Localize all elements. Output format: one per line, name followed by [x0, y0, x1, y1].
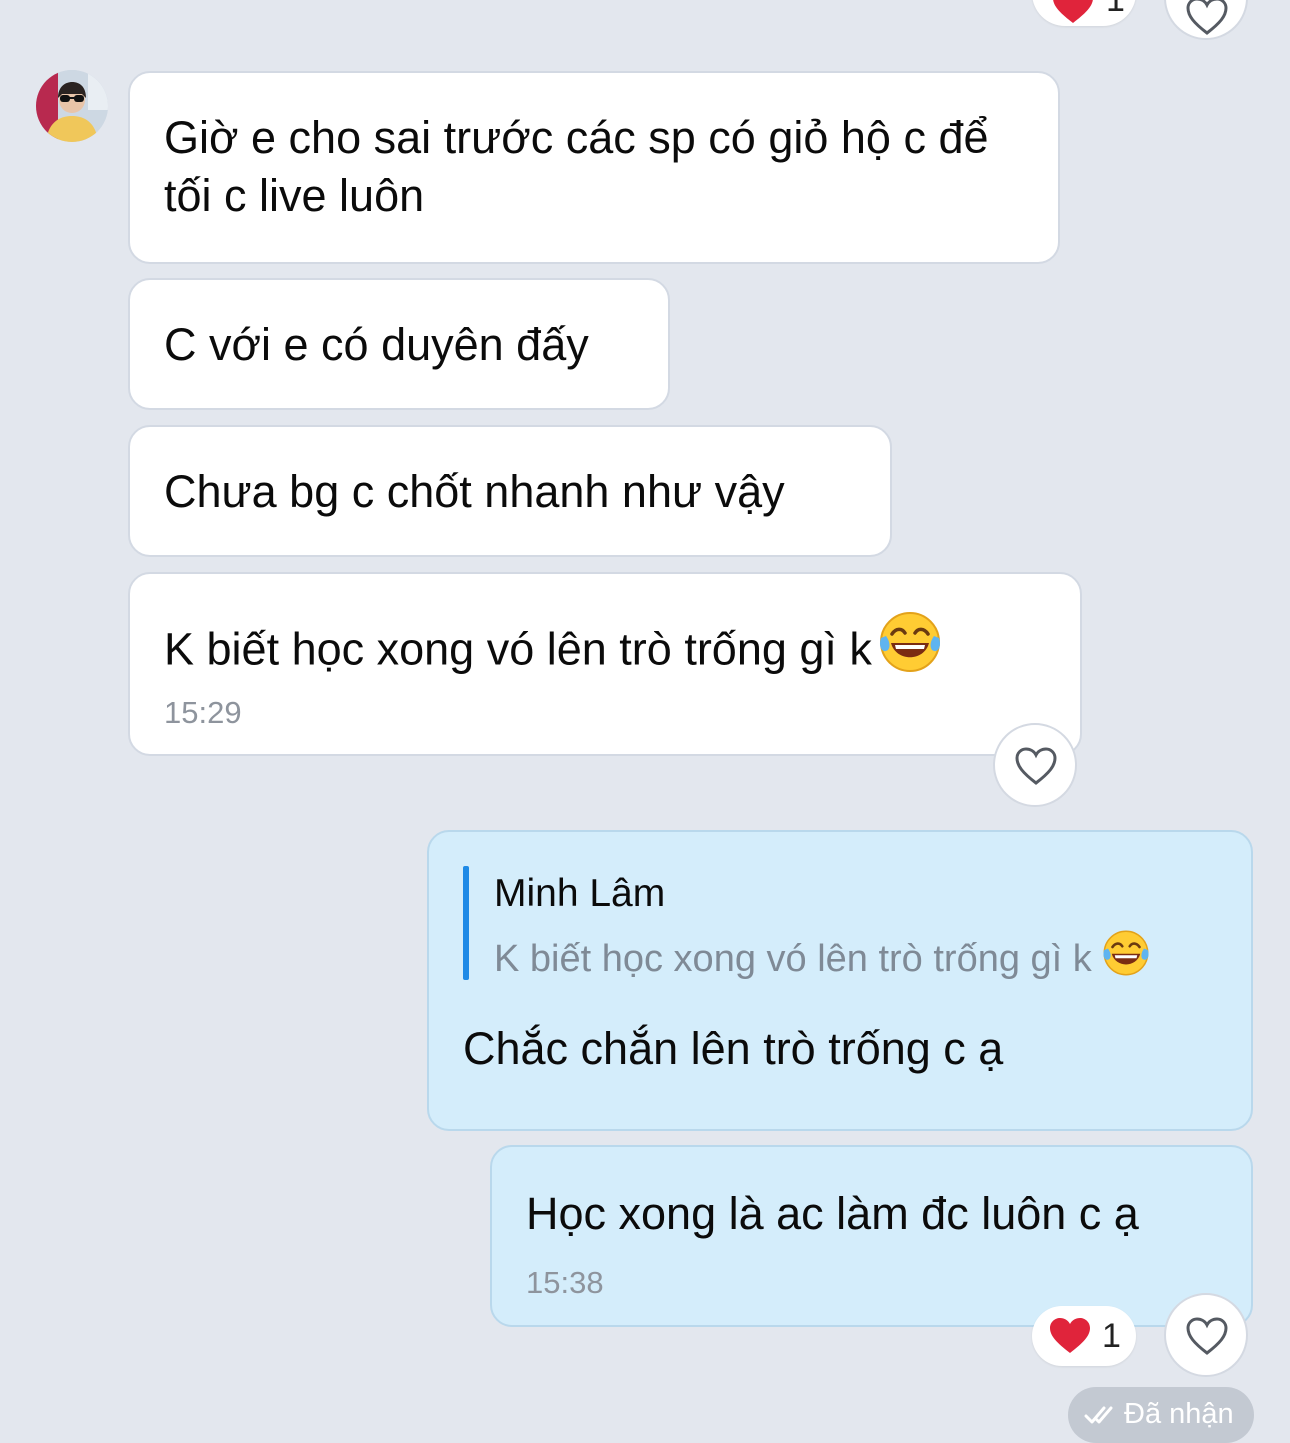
message-text: Giờ e cho sai trước các sp có giỏ hộ c đ… [164, 112, 989, 221]
message-text: K biết học xong vó lên trò trống gì k [164, 623, 872, 675]
message-text: Chưa bg c chốt nhanh như vậy [164, 466, 785, 517]
delivery-status-badge: Đã nhận [1068, 1387, 1254, 1443]
red-heart-icon [1049, 1318, 1091, 1359]
quote-text-row: K biết học xong vó lên trò trống gì k [494, 929, 1150, 990]
message-bubble-incoming[interactable]: C với e có duyên đấy [128, 278, 670, 410]
quote-text: K biết học xong vó lên trò trống gì k [494, 938, 1092, 981]
reaction-count: 1 [1106, 0, 1125, 19]
like-button-top[interactable] [1164, 0, 1248, 40]
message-time: 15:38 [526, 1265, 604, 1300]
message-bubble-outgoing[interactable]: Học xong là ac làm đc luôn c ạ 15:38 [490, 1145, 1253, 1327]
heart-outline-icon [1015, 747, 1057, 785]
reaction-badge[interactable]: 1 [1032, 1306, 1136, 1366]
message-bubble-incoming[interactable]: K biết học xong vó lên trò trống gì k 15… [128, 572, 1082, 756]
quote-sender-name: Minh Lâm [494, 872, 666, 915]
reaction-badge-top[interactable]: 1 [1032, 0, 1136, 26]
double-check-icon [1084, 1406, 1113, 1424]
laughing-tears-emoji [1102, 929, 1150, 987]
heart-outline-icon [1186, 0, 1228, 35]
message-bubble-outgoing-reply[interactable]: Minh Lâm K biết học xong vó lên trò trốn… [427, 830, 1253, 1131]
like-button[interactable] [1164, 1293, 1248, 1377]
heart-outline-icon [1186, 1317, 1228, 1355]
message-text: C với e có duyên đấy [164, 319, 589, 370]
delivery-status-text: Đã nhận [1124, 1398, 1234, 1430]
contact-avatar[interactable] [36, 70, 108, 142]
message-text-row: K biết học xong vó lên trò trống gì k [164, 612, 942, 691]
message-bubble-incoming[interactable]: Chưa bg c chốt nhanh như vậy [128, 425, 892, 557]
red-heart-icon [1052, 0, 1094, 29]
quote-bar [463, 866, 469, 980]
message-text: Học xong là ac làm đc luôn c ạ [526, 1188, 1139, 1239]
avatar-photo [36, 70, 108, 142]
message-bubble-incoming[interactable]: Giờ e cho sai trước các sp có giỏ hộ c đ… [128, 71, 1060, 264]
message-time: 15:29 [164, 695, 242, 730]
like-button[interactable] [993, 723, 1077, 807]
message-text: Chắc chắn lên trò trống c ạ [463, 1023, 1004, 1074]
laughing-tears-emoji [878, 610, 942, 687]
reaction-count: 1 [1102, 1317, 1121, 1355]
